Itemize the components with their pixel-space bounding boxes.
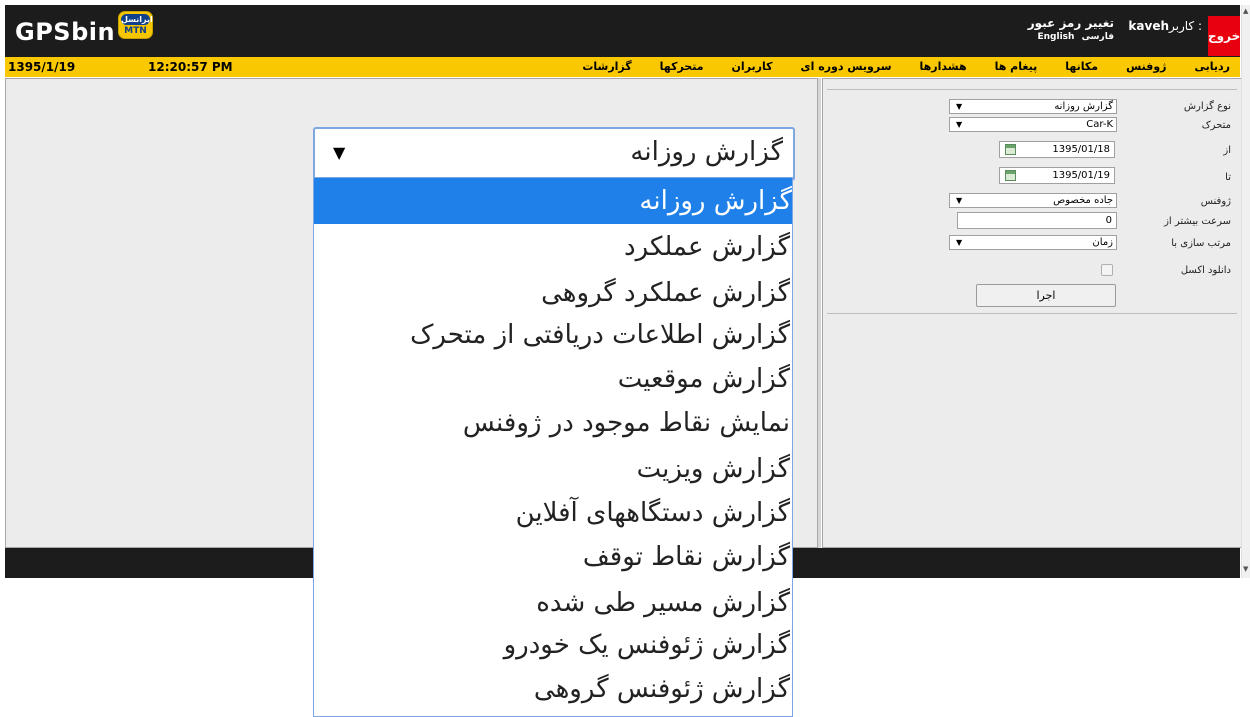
dropdown-option[interactable]: گزارش مسیر طی شده [314, 580, 790, 626]
date-display: 1395/1/19 [8, 60, 76, 74]
dropdown-option[interactable]: گزارش دستگاههای آفلاین [314, 490, 790, 536]
dropdown-option[interactable]: گزارش ژئوفنس گروهی [314, 666, 790, 712]
page-scrollbar[interactable]: ▲ ▼ [1241, 5, 1250, 578]
speed-input[interactable]: 0 [957, 212, 1117, 229]
excel-download-checkbox[interactable] [1101, 264, 1113, 276]
from-date-label: از [1223, 145, 1231, 156]
to-date-label: تا [1225, 172, 1231, 183]
dropdown-option[interactable]: گزارش عملکرد گروهی [314, 270, 790, 316]
menu-item-users[interactable]: کاربران [732, 60, 773, 73]
report-type-label: نوع گزارش [1183, 101, 1231, 112]
speed-value: 0 [1105, 215, 1112, 226]
divider [827, 89, 1237, 90]
dropdown-arrow-icon: ▼ [956, 102, 963, 111]
report-type-value: گزارش روزانه [1054, 101, 1113, 112]
report-type-options-list: گزارش روزانه گزارش عملکرد گزارش عملکرد گ… [313, 177, 793, 717]
from-date-value: 1395/01/18 [1052, 144, 1110, 155]
lang-farsi-link[interactable]: فارسی [1082, 32, 1114, 42]
dropdown-option[interactable]: گزارش موقعیت [314, 356, 790, 402]
sort-select[interactable]: زمان ▼ [949, 235, 1117, 250]
lang-english-link[interactable]: English [1038, 32, 1075, 42]
geofence-value: جاده مخصوص [1053, 195, 1113, 206]
excel-download-label: دانلود اکسل [1180, 265, 1231, 276]
from-date-input[interactable]: 1395/01/18 [999, 141, 1115, 158]
dropdown-option[interactable]: گزارش اطلاعات دریافتی از متحرک [314, 312, 790, 358]
menu-item-reports[interactable]: گزارشات [582, 60, 631, 73]
vehicle-label: متحرک [1201, 120, 1231, 131]
sort-label: مرتب سازی با [1171, 238, 1231, 249]
geofence-label: ژوفنس [1200, 196, 1231, 207]
scroll-down-icon[interactable]: ▼ [1243, 565, 1248, 573]
menu-item-messages[interactable]: پیغام ها [995, 60, 1038, 73]
menu-bar: 1395/1/19 12:20:57 PM ردیابی ژوفنس مکانه… [5, 57, 1240, 77]
vehicle-select[interactable]: Car-K ▼ [949, 117, 1117, 132]
to-date-input[interactable]: 1395/01/19 [999, 167, 1115, 184]
divider [827, 313, 1237, 314]
run-report-button[interactable]: اجرا [976, 284, 1116, 307]
mtn-logo-label: MTN [124, 26, 147, 36]
mtn-logo-text: ایرانسل [121, 14, 153, 25]
dropdown-option[interactable]: گزارش ژئوفنس یک خودرو [314, 622, 790, 668]
dropdown-arrow-icon: ▼ [333, 143, 346, 162]
speed-label: سرعت بیشتر از [1164, 216, 1231, 227]
change-password-link[interactable]: تغییر رمز عبور [1028, 16, 1114, 30]
menu-item-tracking[interactable]: ردیابی [1195, 60, 1231, 73]
dropdown-arrow-icon: ▼ [956, 120, 963, 129]
calendar-icon[interactable] [1005, 170, 1016, 181]
menu-item-periodic-service[interactable]: سرویس دوره ای [801, 60, 892, 73]
dropdown-option[interactable]: گزارش ویزیت [314, 446, 790, 492]
dropdown-option[interactable]: گزارش روزانه [314, 178, 792, 224]
menu-item-geofence[interactable]: ژوفنس [1126, 60, 1166, 73]
dropdown-arrow-icon: ▼ [956, 238, 963, 247]
report-type-select[interactable]: گزارش روزانه ▼ [949, 99, 1117, 114]
dropdown-option[interactable]: گزارش عملکرد [314, 224, 790, 270]
vehicle-value: Car-K [1086, 119, 1113, 130]
dropdown-option[interactable]: نمایش نقاط موجود در ژوفنس [314, 400, 790, 446]
pane-splitter[interactable] [818, 78, 821, 548]
to-date-value: 1395/01/19 [1052, 170, 1110, 181]
report-type-dropdown[interactable]: ▼ گزارش روزانه [313, 127, 795, 181]
dropdown-arrow-icon: ▼ [956, 196, 963, 205]
dropdown-option[interactable]: گزارش نقاط توقف [314, 534, 790, 580]
app-logo: GPSbin [15, 18, 116, 46]
calendar-icon[interactable] [1005, 144, 1016, 155]
dropdown-selected-value: گزارش روزانه [630, 137, 783, 167]
mtn-logo: ایرانسل MTN [118, 11, 153, 39]
menu-item-places[interactable]: مکانها [1065, 60, 1098, 73]
user-name: kaveh [1128, 19, 1170, 33]
scroll-up-icon[interactable]: ▲ [1243, 7, 1248, 15]
user-label: کاربر : [1169, 19, 1202, 33]
app-header: GPSbin ایرانسل MTN خروج kavehکاربر : تغی… [5, 5, 1240, 57]
main-menu: ردیابی ژوفنس مکانها پیغام ها هشدارها سرو… [554, 60, 1230, 73]
time-display: 12:20:57 PM [148, 60, 233, 74]
logout-button[interactable]: خروج [1208, 16, 1240, 56]
geofence-select[interactable]: جاده مخصوص ▼ [949, 193, 1117, 208]
language-switcher: English فارسی [1034, 32, 1115, 42]
sort-value: زمان [1092, 237, 1113, 248]
menu-item-vehicles[interactable]: متحرکها [660, 60, 704, 73]
report-form-pane: نوع گزارش گزارش روزانه ▼ متحرک Car-K ▼ ا… [822, 78, 1242, 548]
user-info: kavehکاربر : [1124, 19, 1202, 33]
menu-item-alarms[interactable]: هشدارها [920, 60, 967, 73]
